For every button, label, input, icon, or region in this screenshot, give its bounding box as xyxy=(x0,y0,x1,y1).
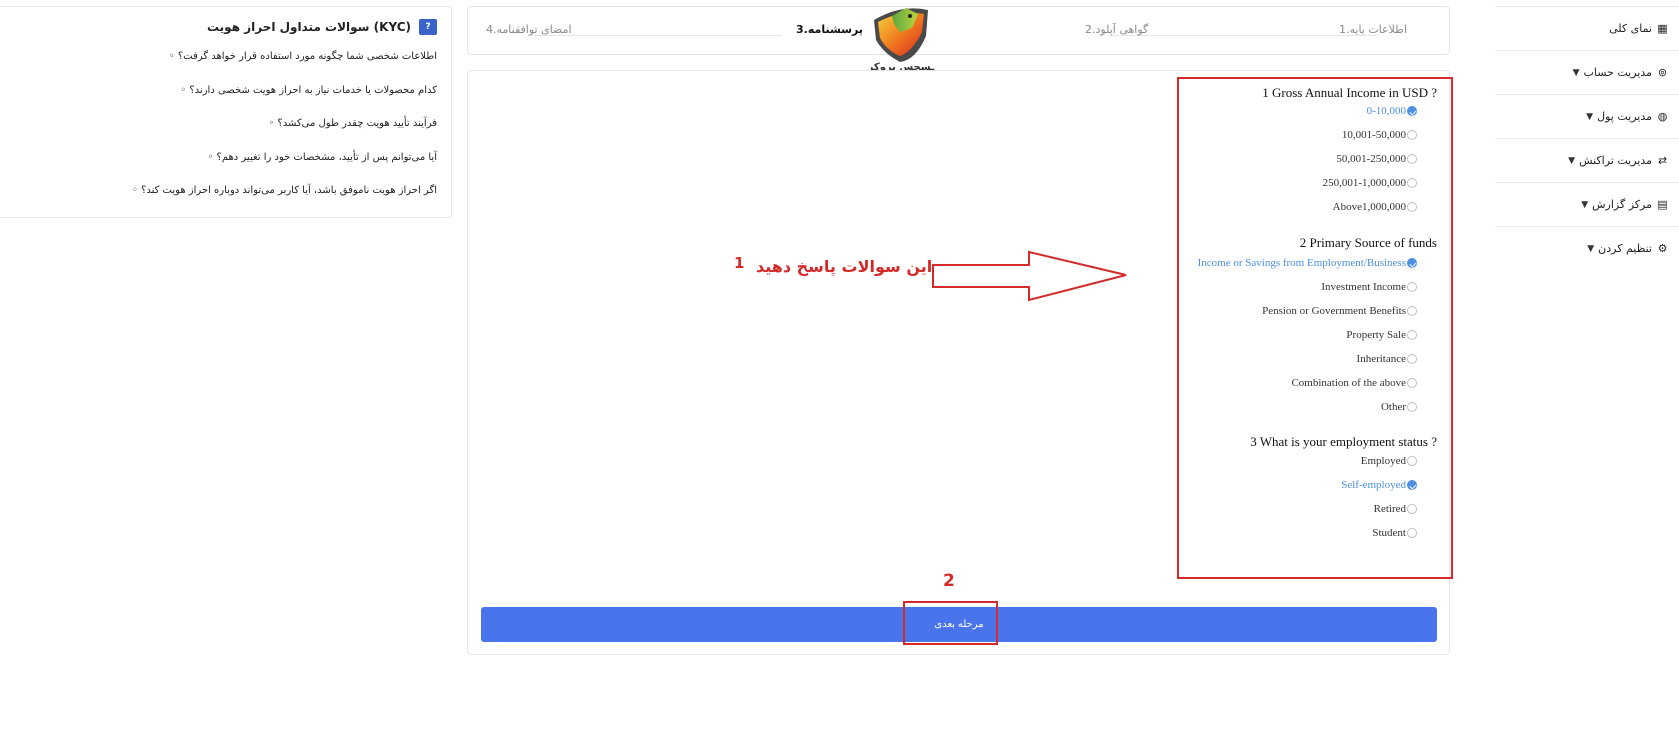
radio-option[interactable]: 10,001-50,000 xyxy=(1342,129,1417,141)
radio-unchecked-icon[interactable] xyxy=(1407,504,1417,514)
radio-unchecked-icon[interactable] xyxy=(1407,130,1417,140)
radio-option-label: Self-employed xyxy=(1341,479,1406,491)
fox-logo-icon xyxy=(874,8,928,62)
radio-option[interactable]: Income or Savings from Employment/Busine… xyxy=(1198,257,1417,269)
caret-down-icon: ▼ xyxy=(1586,111,1594,122)
caret-down-icon: ▼ xyxy=(1568,155,1576,166)
sidebar-item[interactable]: ⊚ مدیریت حساب ▼ xyxy=(1495,50,1679,94)
step-2[interactable]: 2.گواهی آپلود xyxy=(1085,23,1148,36)
radio-option[interactable]: Self-employed xyxy=(1341,479,1417,491)
radio-option[interactable]: Retired xyxy=(1374,503,1417,515)
faq-question[interactable]: اگر احراز هویت ناموفق باشد، آیا کاربر می… xyxy=(132,185,437,196)
radio-unchecked-icon[interactable] xyxy=(1407,154,1417,164)
faq-question[interactable]: فرآیند تأیید هویت چقدر طول می‌کشد؟ ◦ xyxy=(268,118,437,129)
sidebar-item[interactable]: ⚙ تنظیم کردن ▼ xyxy=(1495,226,1679,270)
radio-option[interactable]: Inheritance xyxy=(1357,353,1417,365)
radio-option[interactable]: Employed xyxy=(1361,455,1417,467)
radio-option[interactable]: 50,001-250,000 xyxy=(1336,153,1417,165)
annotation-instruction: به این سوالات پاسخ دهید xyxy=(756,257,954,276)
sidebar: ▦ نمای کلی ⊚ مدیریت حساب ▼ ◍ مدیریت پول ▼ ⇄ مدیری… xyxy=(1495,6,1679,270)
step-line xyxy=(1108,35,1378,36)
question-title: 2 Primary Source of funds xyxy=(1299,235,1437,250)
radio-option-label: Pension or Government Benefits xyxy=(1262,305,1406,317)
sidebar-item[interactable]: ▦ نمای کلی xyxy=(1495,6,1679,50)
radio-unchecked-icon[interactable] xyxy=(1407,306,1417,316)
faq-question[interactable]: کدام محصولات یا خدمات نیاز به احراز هویت… xyxy=(180,85,437,96)
radio-unchecked-icon[interactable] xyxy=(1407,456,1417,466)
transfer-icon: ⇄ xyxy=(1657,154,1668,167)
radio-option[interactable]: Investment Income xyxy=(1321,281,1417,293)
radio-option[interactable]: Student xyxy=(1372,527,1417,539)
radio-option[interactable]: 250,001-1,000,000 xyxy=(1323,177,1417,189)
radio-option-label: Student xyxy=(1372,527,1406,539)
radio-option-label: Employed xyxy=(1360,455,1406,467)
arrow-right-icon xyxy=(932,250,1127,302)
radio-option-label: Other xyxy=(1380,401,1406,413)
caret-down-icon: ▼ xyxy=(1572,67,1580,78)
radio-option[interactable]: 0-10,000 xyxy=(1367,105,1417,117)
faq-icon: ? xyxy=(419,19,437,35)
sidebar-item[interactable]: ⇄ مدیریت تراکنش ▼ xyxy=(1495,138,1679,182)
radio-option-label: 10,001-50,000 xyxy=(1341,129,1406,141)
radio-option[interactable]: Other xyxy=(1381,401,1417,413)
radio-checked-icon[interactable] xyxy=(1407,106,1417,116)
stepper: 1.اطلاعات پایه 2.گواهی آپلود 3.پرسشنامه … xyxy=(467,6,1450,55)
sidebar-item-label: نمای کلی xyxy=(1609,22,1652,35)
annotation-number-1: 1 xyxy=(734,254,745,272)
radio-unchecked-icon[interactable] xyxy=(1407,202,1417,212)
radio-option-label: 0-10,000 xyxy=(1366,105,1406,117)
radio-unchecked-icon[interactable] xyxy=(1407,402,1417,412)
faq-title: سوالات متداول احراز هویت (KYC) xyxy=(206,20,411,34)
faq-question[interactable]: اطلاعات شخصی شما چگونه مورد استفاده قرار… xyxy=(169,51,437,62)
radio-unchecked-icon[interactable] xyxy=(1407,178,1417,188)
brand-logo: ـسجس بروکر xyxy=(866,2,936,76)
radio-option-label: Property Sale xyxy=(1346,329,1406,341)
button-highlight-box xyxy=(903,601,998,645)
radio-option-label: 250,001-1,000,000 xyxy=(1322,177,1406,189)
money-icon: ◍ xyxy=(1657,110,1668,123)
wallet-icon: ⊚ xyxy=(1657,66,1668,79)
radio-option-label: Income or Savings from Employment/Busine… xyxy=(1197,257,1406,269)
radio-option[interactable]: Combination of the above xyxy=(1291,377,1417,389)
radio-unchecked-icon[interactable] xyxy=(1407,282,1417,292)
radio-checked-icon[interactable] xyxy=(1407,480,1417,490)
report-icon: ▤ xyxy=(1657,198,1668,211)
faq-question[interactable]: آیا می‌توانم پس از تأیید، مشخصات خود را … xyxy=(207,152,437,163)
sidebar-item[interactable]: ▤ مرکز گزارش ▼ xyxy=(1495,182,1679,226)
caret-down-icon: ▼ xyxy=(1587,243,1595,254)
radio-unchecked-icon[interactable] xyxy=(1407,378,1417,388)
step-3[interactable]: 3.پرسشنامه xyxy=(796,23,863,36)
questions-highlight-box: 1 Gross Annual Income in USD ? 0-10,000 10… xyxy=(1177,77,1453,579)
radio-option[interactable]: Above1,000,000 xyxy=(1333,201,1417,213)
radio-option-label: Above1,000,000 xyxy=(1332,201,1406,213)
sidebar-item-label: مدیریت حساب xyxy=(1583,66,1652,79)
sidebar-item[interactable]: ◍ مدیریت پول ▼ xyxy=(1495,94,1679,138)
sidebar-item-label: مدیریت تراکنش xyxy=(1579,154,1652,167)
sidebar-item-label: تنظیم کردن xyxy=(1598,242,1652,255)
radio-option-label: Inheritance xyxy=(1356,353,1406,365)
radio-option-label: Investment Income xyxy=(1321,281,1406,293)
sidebar-item-label: مرکز گزارش xyxy=(1592,198,1652,211)
radio-unchecked-icon[interactable] xyxy=(1407,528,1417,538)
radio-option[interactable]: Property Sale xyxy=(1346,329,1417,341)
radio-checked-icon[interactable] xyxy=(1407,258,1417,268)
question-title: 3 What is your employment status ? xyxy=(1250,434,1437,449)
caret-down-icon: ▼ xyxy=(1581,199,1589,210)
radio-option-label: Combination of the above xyxy=(1291,377,1406,389)
radio-unchecked-icon[interactable] xyxy=(1407,330,1417,340)
annotation-number-2: 2 xyxy=(943,571,955,591)
radio-unchecked-icon[interactable] xyxy=(1407,354,1417,364)
question-title: 1 Gross Annual Income in USD ? xyxy=(1262,85,1437,100)
kyc-faq-panel: ? سوالات متداول احراز هویت (KYC) اطلاعات… xyxy=(0,6,452,218)
radio-option-label: Retired xyxy=(1373,503,1406,515)
step-4[interactable]: 4.امضای توافقنامه xyxy=(486,23,572,36)
faq-header: ? سوالات متداول احراز هویت (KYC) xyxy=(207,19,437,35)
settings-icon: ⚙ xyxy=(1657,242,1668,255)
radio-option[interactable]: Pension or Government Benefits xyxy=(1262,305,1417,317)
sidebar-item-label: مدیریت پول xyxy=(1597,110,1652,123)
grid-icon: ▦ xyxy=(1657,22,1668,35)
radio-option-label: 50,001-250,000 xyxy=(1336,153,1406,165)
